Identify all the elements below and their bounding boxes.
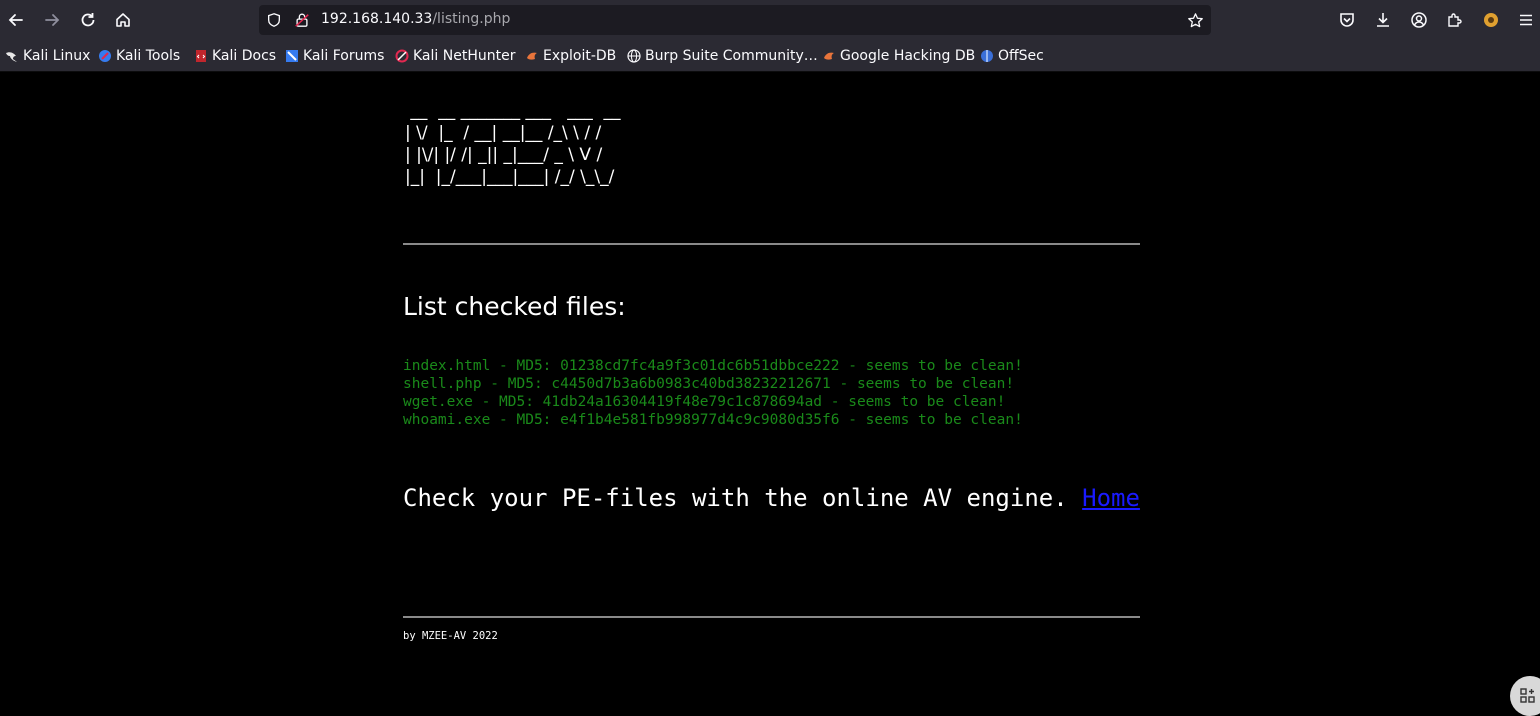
account-icon xyxy=(1411,12,1427,28)
bookmark-label: Kali Forums xyxy=(303,48,385,64)
checked-files-list: index.html - MD5: 01238cd7fc4a9f3c01dc6b… xyxy=(403,357,1023,429)
nethunter-icon xyxy=(395,49,409,63)
shield-icon[interactable] xyxy=(265,11,283,29)
list-title: List checked files: xyxy=(403,292,626,321)
extensions-button[interactable] xyxy=(1443,8,1467,32)
address-bar[interactable]: 192.168.140.33/listing.php xyxy=(259,5,1211,35)
grid-add-icon xyxy=(1520,688,1535,703)
back-arrow-icon xyxy=(8,14,23,26)
url-host: 192.168.140.33 xyxy=(321,11,433,27)
file-result-line: index.html - MD5: 01238cd7fc4a9f3c01dc6b… xyxy=(403,358,1023,374)
offsec-icon xyxy=(980,49,994,63)
horizontal-divider xyxy=(403,243,1140,245)
check-pe-files-text: Check your PE-files with the online AV e… xyxy=(403,484,1140,512)
bookmark-star-icon[interactable] xyxy=(1186,11,1204,29)
bookmark-label: Kali NetHunter xyxy=(413,48,516,64)
page-content: __ __ _______ ___ ___ __ | \/ |_ / __| _… xyxy=(0,72,1540,710)
puzzle-icon xyxy=(1448,13,1462,27)
bookmark-kali-docs[interactable]: Kali Docs xyxy=(194,46,276,66)
reload-button[interactable] xyxy=(76,8,100,32)
mzee-av-ascii-logo: __ __ _______ ___ ___ __ | \/ |_ / __| _… xyxy=(405,101,621,187)
home-button[interactable] xyxy=(111,8,135,32)
pocket-button[interactable] xyxy=(1335,8,1359,32)
bookmark-google-hacking-db[interactable]: Google Hacking DB xyxy=(822,46,975,66)
downloads-button[interactable] xyxy=(1371,8,1395,32)
check-text: Check your PE-files with the online AV e… xyxy=(403,484,1083,512)
insecure-lock-icon[interactable] xyxy=(293,11,311,29)
file-result-line: shell.php - MD5: c4450d7b3a6b0983c40bd38… xyxy=(403,376,1015,392)
bookmark-label: Kali Tools xyxy=(116,48,181,64)
kali-docs-icon xyxy=(194,49,208,63)
exploit-db-icon xyxy=(525,49,539,63)
forward-button[interactable] xyxy=(40,8,64,32)
browser-toolbar: 192.168.140.33/listing.php xyxy=(0,0,1540,40)
bookmark-kali-linux[interactable]: Kali Linux xyxy=(5,46,90,66)
floating-widget-button[interactable] xyxy=(1510,676,1540,716)
account-button[interactable] xyxy=(1407,8,1431,32)
menu-button[interactable] xyxy=(1514,8,1538,32)
bookmark-kali-tools[interactable]: Kali Tools xyxy=(98,46,180,66)
url-text[interactable]: 192.168.140.33/listing.php xyxy=(321,11,510,27)
footer-divider xyxy=(403,616,1140,618)
bookmark-label: Kali Docs xyxy=(212,48,277,64)
bookmark-kali-forums[interactable]: Kali Forums xyxy=(285,46,384,66)
fox-extension-icon xyxy=(1484,13,1498,27)
pocket-icon xyxy=(1340,13,1354,27)
extension-foxyproxy-button[interactable] xyxy=(1479,8,1503,32)
globe-icon xyxy=(627,49,641,63)
bookmark-label: Kali Linux xyxy=(23,48,91,64)
kali-forums-icon xyxy=(285,49,299,63)
exploit-db-icon xyxy=(822,49,836,63)
bookmarks-toolbar: Kali Linux Kali Tools Kali Docs Kali For… xyxy=(0,40,1540,72)
file-result-line: whoami.exe - MD5: e4f1b4e581fb998977d4c9… xyxy=(403,412,1023,428)
home-link[interactable]: Home xyxy=(1082,484,1140,512)
bookmark-kali-nethunter[interactable]: Kali NetHunter xyxy=(395,46,515,66)
bookmark-label: Google Hacking DB xyxy=(840,48,976,64)
bookmark-offsec[interactable]: OffSec xyxy=(980,46,1044,66)
home-icon xyxy=(116,13,130,27)
reload-icon xyxy=(81,13,95,27)
footer-credit: by MZEE-AV 2022 xyxy=(403,630,498,642)
bookmark-label: OffSec xyxy=(998,48,1044,64)
url-path: /listing.php xyxy=(432,11,511,27)
bookmark-label: Exploit-DB xyxy=(543,48,617,64)
bookmark-label: Burp Suite Community… xyxy=(645,48,818,64)
download-icon xyxy=(1377,13,1389,27)
file-result-line: wget.exe - MD5: 41db24a16304419f48e79c1c… xyxy=(403,394,1006,410)
forward-arrow-icon xyxy=(45,14,60,26)
hamburger-menu-icon xyxy=(1520,14,1532,26)
kali-dragon-icon xyxy=(5,49,19,63)
bookmark-burp-suite[interactable]: Burp Suite Community… xyxy=(627,46,818,66)
bookmark-exploit-db[interactable]: Exploit-DB xyxy=(525,46,616,66)
back-button[interactable] xyxy=(4,8,28,32)
kali-tools-icon xyxy=(98,49,112,63)
